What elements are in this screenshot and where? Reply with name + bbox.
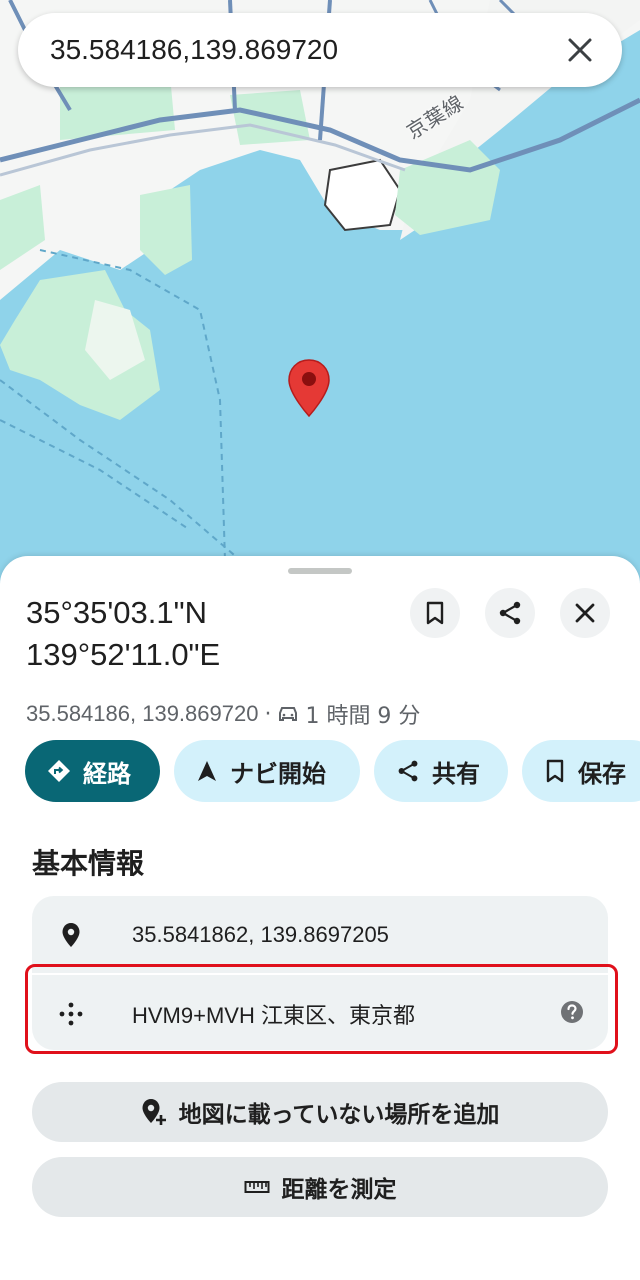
share-label: 共有 bbox=[432, 759, 480, 788]
help-icon[interactable] bbox=[560, 1000, 584, 1028]
map-view[interactable]: 京葉線 bbox=[0, 0, 640, 600]
close-sheet-button[interactable] bbox=[560, 588, 610, 638]
drag-handle[interactable] bbox=[288, 568, 352, 574]
bookmark-icon bbox=[426, 601, 444, 625]
title-latitude: 35°35'03.1"N bbox=[26, 595, 208, 630]
directions-button[interactable]: 経路 bbox=[25, 740, 160, 802]
map-canvas bbox=[0, 0, 640, 561]
plus-code-text: HVM9+MVH 江東区、東京都 bbox=[132, 1002, 415, 1028]
search-bar[interactable] bbox=[18, 13, 622, 87]
navigate-button[interactable]: ナビ開始 bbox=[174, 740, 360, 802]
action-chips: 経路 ナビ開始 共有 保存 bbox=[25, 740, 640, 804]
close-icon bbox=[575, 603, 595, 623]
directions-label: 経路 bbox=[83, 759, 131, 788]
place-title: 35°35'03.1"N 139°52'11.0"E bbox=[26, 592, 220, 676]
share-button[interactable] bbox=[485, 588, 535, 638]
section-title-basic-info: 基本情報 bbox=[32, 847, 145, 880]
add-location-icon bbox=[142, 1099, 166, 1125]
add-missing-place-button[interactable]: 地図に載っていない場所を追加 bbox=[32, 1082, 608, 1142]
coordinates-text: 35.5841862, 139.8697205 bbox=[132, 921, 389, 947]
directions-icon bbox=[48, 760, 70, 782]
location-pin-icon[interactable] bbox=[286, 358, 332, 418]
search-input[interactable] bbox=[50, 34, 560, 66]
bookmark-icon bbox=[546, 759, 564, 783]
bookmark-button[interactable] bbox=[410, 588, 460, 638]
coords-short: 35.584186, 139.869720 bbox=[26, 701, 259, 726]
measure-distance-label: 距離を測定 bbox=[281, 1177, 397, 1203]
navigation-arrow-icon bbox=[198, 761, 216, 781]
save-label: 保存 bbox=[578, 759, 626, 788]
place-sheet[interactable]: 35°35'03.1"N 139°52'11.0"E 35.584186, 13… bbox=[0, 556, 640, 1280]
ruler-icon bbox=[244, 1181, 269, 1193]
drive-time: 1 時間 9 分 bbox=[305, 704, 421, 729]
info-card: 35.5841862, 139.8697205 HVM9+MVH 江東区、東京都 bbox=[32, 896, 608, 1050]
location-pin-icon bbox=[56, 922, 86, 948]
info-row-coordinates[interactable]: 35.5841862, 139.8697205 bbox=[32, 896, 608, 973]
separator-dot: · bbox=[264, 701, 272, 727]
measure-distance-button[interactable]: 距離を測定 bbox=[32, 1157, 608, 1217]
navigate-label: ナビ開始 bbox=[230, 759, 326, 788]
share-chip-button[interactable]: 共有 bbox=[374, 740, 508, 802]
share-icon bbox=[499, 601, 521, 625]
share-icon bbox=[398, 760, 418, 782]
title-longitude: 139°52'11.0"E bbox=[26, 637, 221, 672]
add-missing-place-label: 地図に載っていない場所を追加 bbox=[178, 1102, 500, 1128]
close-icon[interactable] bbox=[560, 30, 600, 70]
save-button[interactable]: 保存 bbox=[522, 740, 640, 802]
plus-code-icon bbox=[56, 1000, 86, 1028]
place-subline: 35.584186, 139.869720 · 1 時間 9 分 bbox=[26, 698, 420, 730]
car-icon bbox=[279, 707, 298, 721]
info-row-plus-code[interactable]: HVM9+MVH 江東区、東京都 bbox=[32, 975, 608, 1052]
